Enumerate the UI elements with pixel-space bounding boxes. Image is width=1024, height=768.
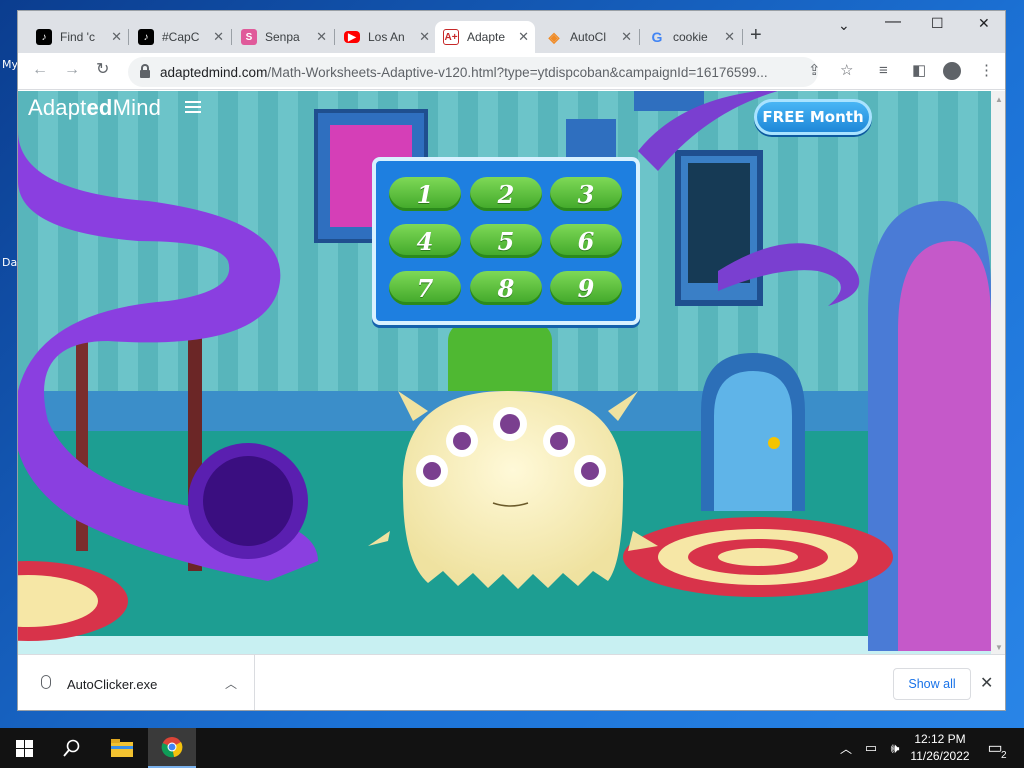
tab-adaptedmind[interactable]: A+ Adapte ✕ (435, 21, 535, 53)
level-button-4[interactable]: 4 (389, 224, 461, 258)
minimize-icon[interactable]: — (885, 13, 901, 31)
level-select-panel: 1 2 3 4 5 6 7 8 9 (372, 157, 640, 325)
maximize-icon[interactable]: ☐ (931, 15, 944, 32)
file-explorer-icon[interactable] (98, 728, 146, 768)
tab-strip: ♪ Find 'c ✕ ♪ #CapC ✕ S Senpa ✕ ▶ Los An… (18, 11, 1005, 53)
chrome-taskbar-icon[interactable] (148, 728, 196, 768)
scroll-down-icon[interactable]: ▼ (995, 643, 1003, 652)
tab-title: Los An (368, 30, 405, 44)
share-icon[interactable]: ⇪ (808, 63, 821, 79)
desktop-icon-label-my[interactable]: My (2, 58, 18, 71)
free-month-button[interactable]: FREE Month (754, 99, 872, 135)
level-button-5[interactable]: 5 (470, 224, 542, 258)
show-all-button[interactable]: Show all (893, 668, 971, 700)
green-door (448, 316, 552, 391)
notification-icon[interactable]: ▭ 2 (980, 728, 1010, 768)
close-icon[interactable]: ✕ (213, 29, 224, 45)
hamburger-menu-icon[interactable] (185, 101, 201, 113)
tab-title: cookie (673, 30, 708, 44)
tab-find[interactable]: ♪ Find 'c ✕ (28, 21, 128, 53)
desktop-icon-label-da[interactable]: Da (2, 256, 17, 269)
close-icon[interactable]: ✕ (621, 29, 632, 45)
chevron-up-tray-icon[interactable]: ︿ (836, 728, 856, 768)
close-icon[interactable]: ✕ (316, 29, 327, 45)
google-icon: G (651, 29, 663, 45)
browser-window: ♪ Find 'c ✕ ♪ #CapC ✕ S Senpa ✕ ▶ Los An… (17, 10, 1006, 711)
web-content: AdaptedMind FREE Month 1 2 3 4 5 6 7 8 9 (18, 91, 991, 654)
level-button-1[interactable]: 1 (389, 177, 461, 211)
level-button-2[interactable]: 2 (470, 177, 542, 211)
youtube-icon: ▶ (344, 31, 360, 43)
tab-senpai[interactable]: S Senpa ✕ (233, 21, 333, 53)
download-item[interactable]: AutoClicker.exe ︿ (18, 655, 255, 710)
back-icon[interactable]: ← (32, 61, 48, 79)
level-button-9[interactable]: 9 (550, 271, 622, 305)
side-panel-icon[interactable]: ◧ (912, 63, 926, 79)
search-icon[interactable] (48, 728, 96, 768)
tab-title: Find 'c (60, 30, 95, 44)
tab-google[interactable]: G cookie ✕ (641, 21, 741, 53)
logo-part: Adapt (28, 95, 87, 120)
tab-title: Adapte (467, 30, 505, 44)
tab-title: #CapC (162, 30, 200, 44)
notification-count: 2 (999, 750, 1009, 761)
tab-autoclicker[interactable]: ◈ AutoCl ✕ (538, 21, 638, 53)
logo-part: Mind (112, 95, 162, 120)
reload-icon[interactable]: ↻ (96, 61, 109, 79)
url-path: /Math-Worksheets-Adaptive-v120.html?type… (267, 64, 768, 80)
level-button-3[interactable]: 3 (550, 177, 622, 211)
scroll-up-icon[interactable]: ▲ (995, 95, 1003, 104)
system-clock[interactable]: 12:12 PM 11/26/2022 (905, 731, 975, 765)
download-filename[interactable]: AutoClicker.exe (67, 677, 157, 692)
close-icon[interactable]: ✕ (518, 29, 529, 45)
clock-date: 11/26/2022 (910, 749, 970, 763)
level-button-8[interactable]: 8 (470, 271, 542, 305)
chevron-up-icon[interactable]: ︿ (225, 675, 237, 692)
tab-title: Senpa (265, 30, 300, 44)
adaptedmind-icon: A+ (443, 29, 459, 45)
senpai-icon: S (241, 29, 257, 45)
tab-title: AutoCl (570, 30, 607, 44)
tiktok-icon: ♪ (138, 29, 154, 45)
adaptedmind-logo[interactable]: AdaptedMind (28, 95, 161, 121)
level-button-6[interactable]: 6 (550, 224, 622, 258)
close-download-shelf-icon[interactable]: ✕ (980, 673, 993, 693)
tab-search-chevron-icon[interactable]: ⌄ (838, 17, 850, 34)
tab-youtube[interactable]: ▶ Los An ✕ (336, 21, 436, 53)
taskbar: ︿ ▭ 🕪 12:12 PM 11/26/2022 ▭ 2 (0, 728, 1024, 768)
url-text[interactable]: adaptedmind.com/Math-Worksheets-Adaptive… (160, 65, 800, 80)
door-knob (768, 437, 780, 449)
forward-icon[interactable]: → (64, 61, 80, 79)
profile-avatar-icon[interactable] (943, 62, 961, 80)
autoclicker-icon: ◈ (548, 28, 560, 45)
close-icon[interactable]: ✕ (419, 29, 430, 45)
logo-part-bold: ed (86, 95, 113, 120)
volume-icon[interactable]: 🕪 (884, 728, 906, 768)
windows-start-icon[interactable] (0, 728, 48, 768)
download-shelf: AutoClicker.exe ︿ Show all ✕ (18, 654, 1005, 710)
close-icon[interactable]: ✕ (724, 29, 735, 45)
new-tab-icon[interactable]: + (750, 25, 762, 45)
clock-time: 12:12 PM (914, 732, 966, 746)
tab-capcut[interactable]: ♪ #CapC ✕ (130, 21, 230, 53)
lock-icon (140, 64, 150, 78)
door-right (898, 241, 991, 651)
address-bar[interactable]: adaptedmind.com/Math-Worksheets-Adaptive… (128, 57, 818, 87)
page-scrollbar[interactable]: ▲ ▼ (991, 91, 1005, 654)
tiktok-icon: ♪ (36, 29, 52, 45)
file-mouse-icon (41, 675, 51, 689)
close-icon[interactable]: ✕ (111, 29, 122, 45)
network-icon[interactable]: ▭ (860, 728, 882, 768)
close-window-icon[interactable]: ✕ (978, 15, 990, 32)
url-domain: adaptedmind.com (160, 64, 268, 80)
browser-toolbar: ← → ↻ adaptedmind.com/Math-Worksheets-Ad… (18, 53, 1005, 90)
small-door (714, 371, 792, 511)
level-button-7[interactable]: 7 (389, 271, 461, 305)
bookmark-star-icon[interactable]: ☆ (840, 63, 853, 79)
reading-list-icon[interactable]: ≡ (879, 63, 888, 79)
menu-kebab-icon[interactable]: ⋮ (979, 63, 994, 79)
